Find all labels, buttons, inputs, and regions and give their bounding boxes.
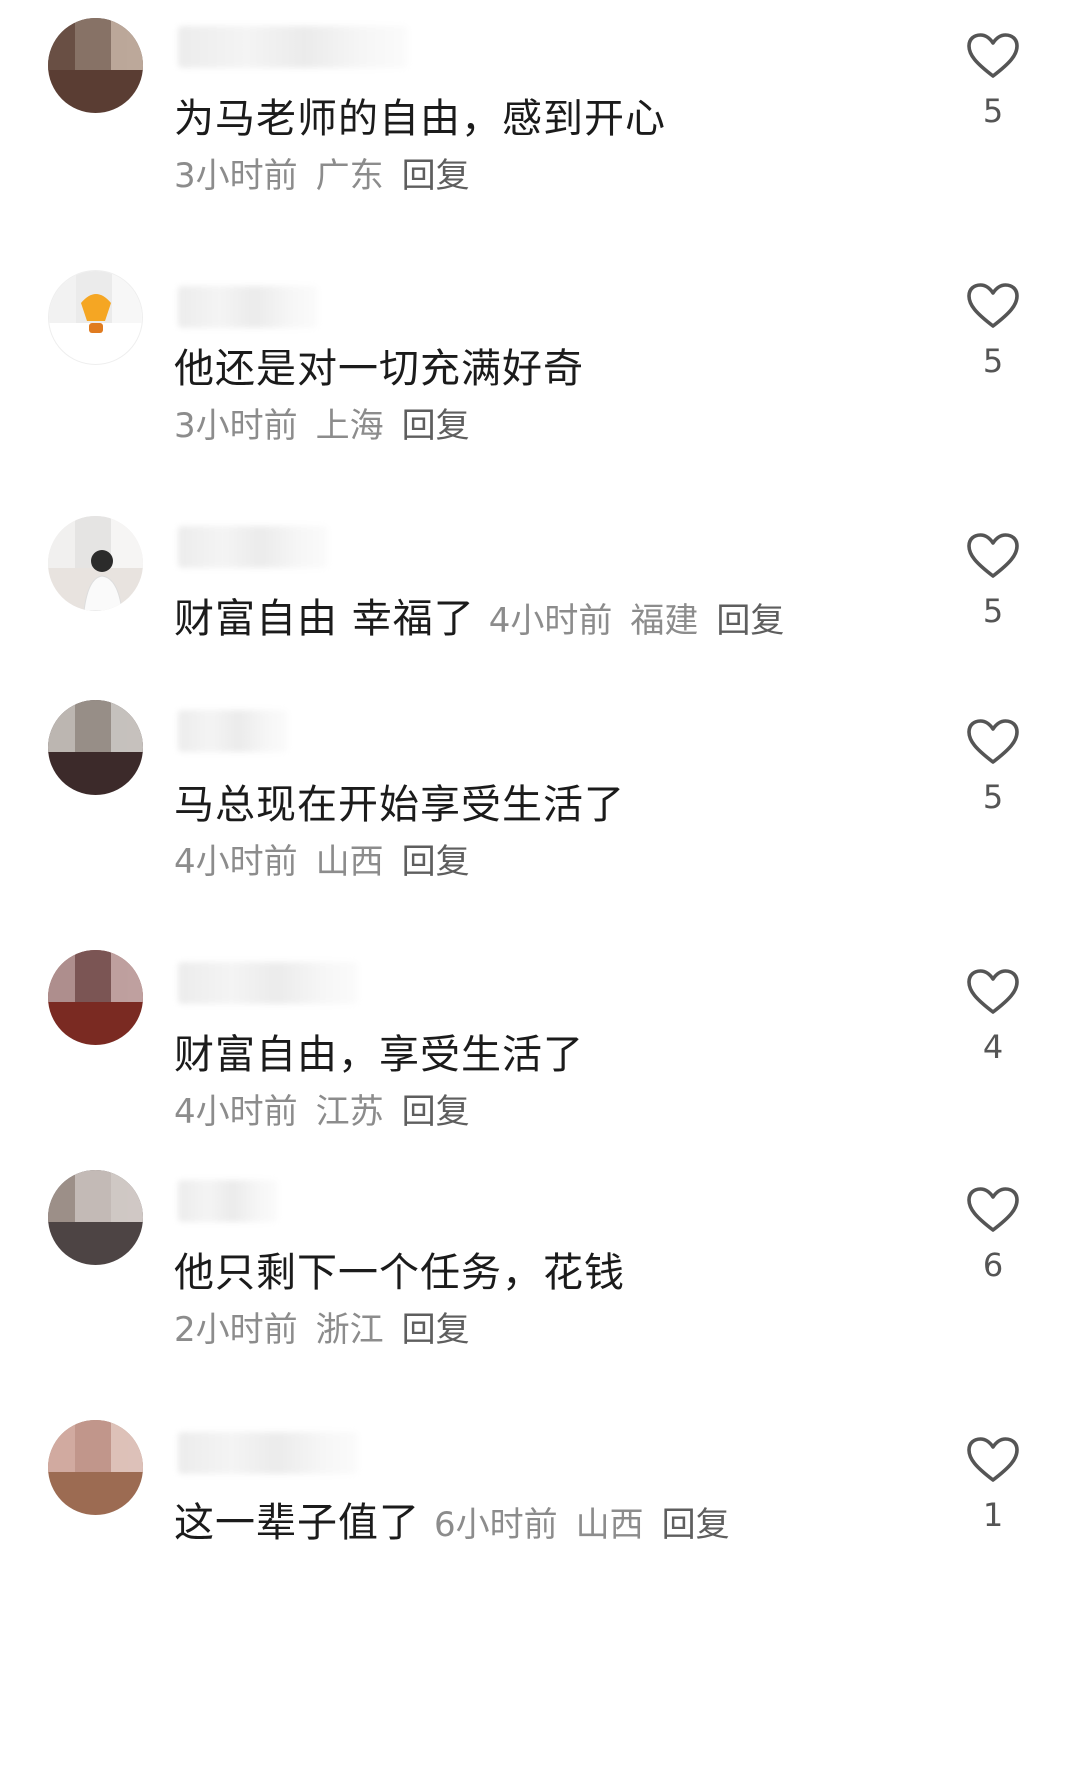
username-redacted[interactable]: [178, 526, 328, 568]
comment-text-content: 财富自由 幸福了: [174, 596, 475, 642]
comment-location: 山西: [315, 842, 384, 882]
avatar[interactable]: [48, 1420, 143, 1515]
comment-text: 为马老师的自由，感到开心: [174, 96, 666, 142]
username-redacted[interactable]: [178, 710, 288, 752]
heart-icon: [967, 719, 1019, 764]
comment-time: 6小时前: [434, 1505, 558, 1545]
comment-location: 浙江: [315, 1310, 384, 1350]
comment-meta: 4小时前 山西 回复: [174, 834, 470, 883]
like-button[interactable]: 6: [963, 1186, 1023, 1284]
comment-meta: 2小时前 浙江 回复: [174, 1302, 470, 1351]
comment-time: 4小时前: [488, 601, 613, 641]
comment-text: 他只剩下一个任务，花钱: [174, 1250, 625, 1296]
reply-button[interactable]: 回复: [716, 601, 784, 641]
comment-text: 财富自由，享受生活了: [174, 1032, 584, 1078]
comment-text: 这一辈子值了 6小时前 山西 回复: [174, 1490, 730, 1548]
avatar[interactable]: [48, 1170, 143, 1265]
like-count: 5: [982, 592, 1004, 630]
reply-button[interactable]: 回复: [402, 1092, 470, 1132]
like-count: 6: [982, 1246, 1004, 1284]
reply-button[interactable]: 回复: [402, 842, 470, 882]
avatar[interactable]: [48, 700, 143, 795]
like-button[interactable]: 4: [963, 968, 1023, 1066]
comment-meta: 4小时前 江苏 回复: [174, 1084, 470, 1133]
balloon-icon: [81, 294, 111, 333]
comment-time: 3小时前: [174, 156, 298, 196]
username-redacted[interactable]: [178, 1180, 278, 1222]
comment-location: 福建: [630, 601, 699, 641]
like-count: 5: [982, 778, 1004, 816]
comment-meta: 3小时前 上海 回复: [174, 398, 470, 447]
heart-icon: [967, 33, 1019, 78]
like-button[interactable]: 5: [963, 282, 1023, 380]
comment-time: 3小时前: [174, 406, 298, 446]
comment-meta: 3小时前 广东 回复: [174, 148, 470, 197]
comment-location: 江苏: [315, 1092, 384, 1132]
like-count: 5: [982, 92, 1004, 130]
heart-icon: [967, 283, 1019, 328]
comment-time: 4小时前: [174, 1092, 298, 1132]
heart-icon: [967, 533, 1019, 578]
avatar[interactable]: [48, 516, 143, 611]
like-count: 4: [982, 1028, 1004, 1066]
comment-location: 山西: [575, 1505, 644, 1545]
username-redacted[interactable]: [178, 1432, 358, 1474]
like-count: 5: [982, 342, 1004, 380]
like-button[interactable]: 5: [963, 718, 1023, 816]
avatar[interactable]: [48, 950, 143, 1045]
heart-icon: [967, 969, 1019, 1014]
avatar[interactable]: [48, 270, 143, 365]
comment-text: 他还是对一切充满好奇: [174, 346, 584, 392]
heart-icon: [967, 1437, 1019, 1482]
comment-time: 2小时前: [174, 1310, 298, 1350]
comment-location: 上海: [315, 406, 384, 446]
reply-button[interactable]: 回复: [402, 1310, 470, 1350]
person-photo-icon: [83, 550, 123, 611]
comment-time: 4小时前: [174, 842, 298, 882]
username-redacted[interactable]: [178, 26, 408, 68]
comment-meta: 6小时前 山西 回复: [434, 1505, 730, 1545]
like-button[interactable]: 1: [963, 1436, 1023, 1534]
username-redacted[interactable]: [178, 962, 358, 1004]
comment-text: 马总现在开始享受生活了: [174, 782, 625, 828]
like-button[interactable]: 5: [963, 32, 1023, 130]
comment-text: 财富自由 幸福了 4小时前 福建 回复: [174, 586, 784, 644]
comment-meta: 4小时前 福建 回复: [489, 601, 785, 641]
comment-text-content: 这一辈子值了: [174, 1500, 420, 1546]
reply-button[interactable]: 回复: [402, 156, 470, 196]
reply-button[interactable]: 回复: [662, 1505, 730, 1545]
avatar[interactable]: [48, 18, 143, 113]
reply-button[interactable]: 回复: [402, 406, 470, 446]
username-redacted[interactable]: [178, 286, 318, 328]
like-button[interactable]: 5: [963, 532, 1023, 630]
heart-icon: [967, 1187, 1019, 1232]
like-count: 1: [982, 1496, 1004, 1534]
comment-location: 广东: [315, 156, 384, 196]
